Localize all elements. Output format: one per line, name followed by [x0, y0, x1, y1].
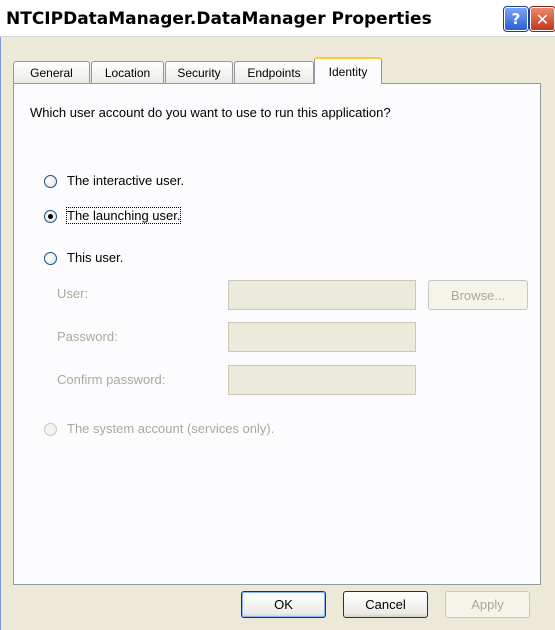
browse-button[interactable]: Browse...: [428, 280, 528, 310]
window-title: NTCIPDataManager.DataManager Properties: [6, 9, 432, 29]
help-button[interactable]: ?: [503, 6, 529, 32]
close-button[interactable]: ✕: [529, 6, 555, 32]
label-launching-user[interactable]: The launching user.: [65, 207, 182, 224]
label-this-user[interactable]: This user.: [67, 250, 123, 265]
apply-button[interactable]: Apply: [445, 591, 530, 618]
radio-launching-user[interactable]: [44, 210, 57, 223]
radio-this-user[interactable]: [44, 252, 57, 265]
ok-button[interactable]: OK: [241, 591, 326, 618]
identity-panel: Which user account do you want to use to…: [13, 83, 541, 585]
password-input[interactable]: [228, 322, 416, 352]
identity-prompt: Which user account do you want to use to…: [30, 105, 391, 120]
password-label: Password:: [57, 329, 118, 344]
cancel-button[interactable]: Cancel: [343, 591, 428, 618]
confirm-password-input[interactable]: [228, 365, 416, 395]
tab-general[interactable]: General: [13, 61, 90, 83]
tab-identity[interactable]: Identity: [314, 57, 382, 84]
title-bar[interactable]: NTCIPDataManager.DataManager Properties …: [0, 0, 555, 37]
confirm-password-label: Confirm password:: [57, 372, 166, 387]
properties-dialog: General Location Security Endpoints Iden…: [0, 37, 555, 630]
help-icon: ?: [511, 10, 521, 28]
tab-security[interactable]: Security: [165, 61, 233, 83]
close-icon: ✕: [535, 9, 550, 29]
label-system-account[interactable]: The system account (services only).: [67, 421, 274, 436]
radio-interactive-user[interactable]: [44, 175, 57, 188]
radio-system-account[interactable]: [44, 423, 57, 436]
label-interactive-user[interactable]: The interactive user.: [67, 173, 184, 188]
user-label: User:: [57, 286, 89, 301]
tab-location[interactable]: Location: [91, 61, 164, 83]
user-input[interactable]: [228, 280, 416, 310]
tab-endpoints[interactable]: Endpoints: [234, 61, 314, 83]
